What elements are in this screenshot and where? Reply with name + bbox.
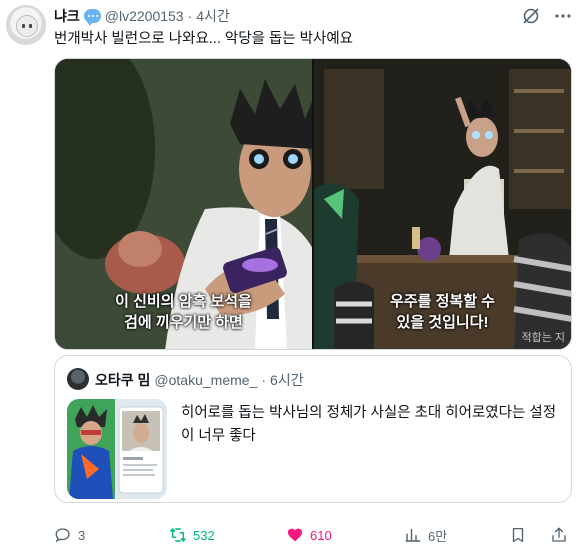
bookmark-button[interactable] <box>509 524 527 546</box>
more-icon[interactable] <box>553 6 573 26</box>
views-button[interactable]: 6만 <box>404 524 447 546</box>
verified-bubble-icon <box>83 9 101 26</box>
retweet-button[interactable]: 532 <box>169 524 215 546</box>
subtitle-left-line1: 이 신비의 암흑 보석을 <box>115 293 252 310</box>
quote-separator: · <box>261 372 267 388</box>
like-icon <box>287 528 303 542</box>
subtitle-right-line1: 우주를 정복할 수 <box>390 293 495 310</box>
retweet-count: 532 <box>193 527 215 543</box>
media-image-right[interactable]: 우주를 정복할 수 있을 것입니다! 적합는 지 <box>314 59 571 349</box>
share-icon <box>552 527 566 542</box>
views-icon <box>405 529 421 542</box>
quote-text: 히어로를 돕는 박사님의 정체가 사실은 초대 히어로였다는 설정이 너무 좋다 <box>181 405 557 444</box>
subtitle-left-line2: 검에 끼우기만 하면 <box>124 314 243 331</box>
reply-button[interactable]: 3 <box>54 524 85 546</box>
avatar-eye <box>29 24 32 28</box>
handle[interactable]: @lv2200153 <box>105 8 184 24</box>
quote-thumbnail[interactable] <box>67 399 167 499</box>
display-name[interactable]: 냐크 <box>54 6 80 26</box>
quote-avatar[interactable] <box>67 368 89 390</box>
avatar-face <box>16 15 38 37</box>
quote-tweet[interactable]: 오타쿠 밈 @otaku_meme_ · 6시간 히어로를 돕는 박사님의 정체… <box>54 355 572 503</box>
quote-header: 오타쿠 밈 @otaku_meme_ · 6시간 <box>95 370 304 390</box>
retweet-icon <box>170 528 186 542</box>
reply-count: 3 <box>78 527 86 543</box>
tweet-header: 냐크 @lv2200153 · 4시간 <box>54 6 573 26</box>
quote-handle[interactable]: @otaku_meme_ <box>154 372 257 388</box>
quote-thumbnail-illustration <box>67 399 167 499</box>
tweet-media[interactable]: 이 신비의 암흑 보석을 검에 끼우기만 하면 우주를 정복할 수 있을 것입니… <box>54 58 572 350</box>
quote-display-name[interactable]: 오타쿠 밈 <box>95 370 150 390</box>
header-actions <box>521 6 573 26</box>
views-count: 6만 <box>428 528 448 544</box>
avatar-eye <box>22 24 25 28</box>
timestamp[interactable]: 4시간 <box>196 6 230 26</box>
reply-icon <box>55 528 70 543</box>
media-image-left[interactable]: 이 신비의 암흑 보석을 검에 끼우기만 하면 <box>55 59 312 349</box>
quote-timestamp[interactable]: 6시간 <box>270 370 304 390</box>
bookmark-icon <box>512 527 524 543</box>
action-bar: 3 532 610 6만 <box>54 524 572 546</box>
share-button[interactable] <box>550 524 568 546</box>
separator: · <box>187 8 193 24</box>
tweet-text: 번개박사 빌런으로 나와요... 악당을 돕는 박사예요 <box>54 31 354 47</box>
like-count: 610 <box>310 527 332 543</box>
grok-icon[interactable] <box>521 6 541 26</box>
corner-caption: 적합는 지 <box>521 332 565 344</box>
avatar[interactable] <box>6 5 46 45</box>
like-button[interactable]: 610 <box>286 524 332 546</box>
